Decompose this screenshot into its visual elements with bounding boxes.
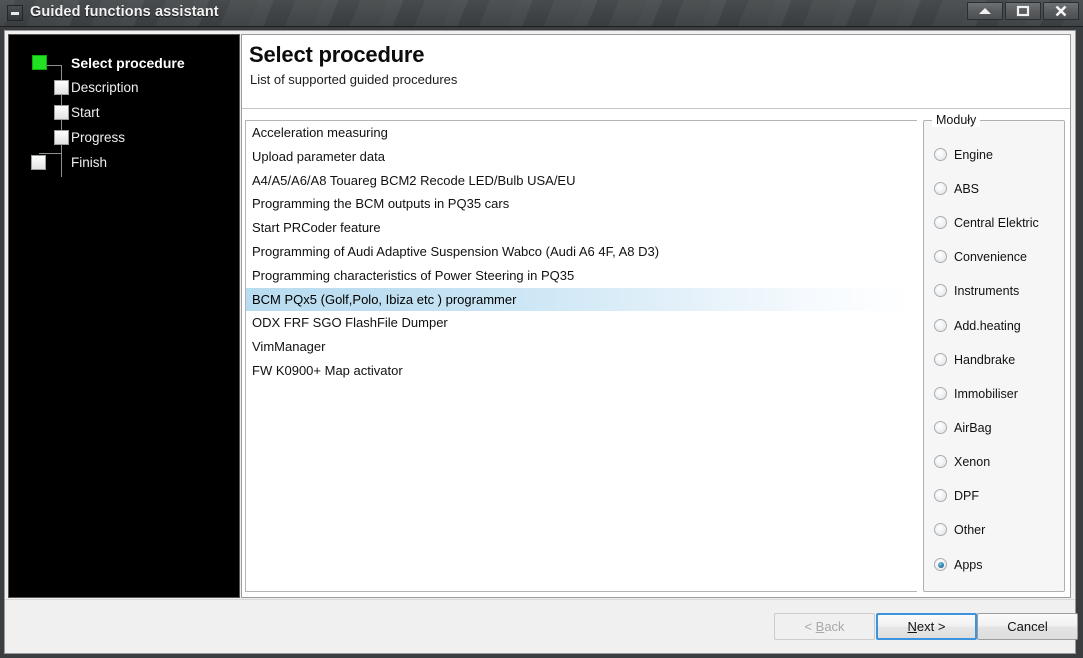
- page-header: Select procedure List of supported guide…: [242, 35, 1070, 109]
- window-title: Guided functions assistant: [30, 4, 219, 20]
- radio-icon[interactable]: [934, 387, 947, 400]
- module-radio-immobiliser[interactable]: Immobiliser: [934, 385, 1018, 402]
- next-button-label: Next >: [907, 619, 946, 634]
- content-panel: Select procedure List of supported guide…: [241, 34, 1071, 598]
- radio-icon[interactable]: [934, 182, 947, 195]
- module-radio-central-elektric[interactable]: Central Elektric: [934, 214, 1039, 231]
- tree-connector: [39, 153, 40, 154]
- list-item[interactable]: Programming characteristics of Power Ste…: [246, 264, 917, 288]
- module-radio-add-heating[interactable]: Add.heating: [934, 317, 1021, 334]
- module-radio-convenience[interactable]: Convenience: [934, 248, 1027, 265]
- minus-box-icon[interactable]: [7, 5, 23, 21]
- module-label: Central Elektric: [954, 215, 1039, 230]
- module-label: Engine: [954, 147, 993, 162]
- radio-icon[interactable]: [934, 319, 947, 332]
- radio-icon[interactable]: [934, 353, 947, 366]
- list-item[interactable]: Start PRCoder feature: [246, 216, 917, 240]
- dialog-footer: < Back Next > Cancel: [5, 599, 1078, 653]
- step-status-box: [54, 130, 69, 145]
- module-label: Other: [954, 522, 986, 537]
- list-item[interactable]: Programming of Audi Adaptive Suspension …: [246, 240, 917, 264]
- close-button[interactable]: [1043, 2, 1079, 20]
- cancel-button-label: Cancel: [1007, 619, 1048, 634]
- step-label: Finish: [71, 155, 108, 170]
- cancel-button[interactable]: Cancel: [977, 613, 1078, 640]
- module-radio-apps[interactable]: Apps: [934, 556, 983, 573]
- radio-icon[interactable]: [934, 489, 947, 502]
- module-radio-instruments[interactable]: Instruments: [934, 282, 1019, 299]
- radio-icon-selected[interactable]: [934, 558, 947, 571]
- list-item[interactable]: A4/A5/A6/A8 Touareg BCM2 Recode LED/Bulb…: [246, 169, 917, 193]
- step-status-box: [31, 155, 46, 170]
- radio-icon[interactable]: [934, 455, 947, 468]
- step-label: Progress: [71, 130, 126, 145]
- list-item[interactable]: Acceleration measuring: [246, 121, 917, 145]
- radio-icon[interactable]: [934, 250, 947, 263]
- square-icon: [1016, 5, 1030, 17]
- up-arrow-icon: [979, 8, 991, 14]
- module-radio-dpf[interactable]: DPF: [934, 487, 979, 504]
- procedure-list[interactable]: Acceleration measuring Upload parameter …: [245, 120, 917, 592]
- next-button[interactable]: Next >: [876, 613, 977, 640]
- radio-icon[interactable]: [934, 216, 947, 229]
- list-item[interactable]: ODX FRF SGO FlashFile Dumper: [246, 311, 917, 335]
- step-label: Description: [71, 80, 139, 95]
- module-label: Add.heating: [954, 318, 1021, 333]
- x-icon: [1055, 5, 1067, 17]
- module-label: Immobiliser: [954, 386, 1018, 401]
- radio-icon[interactable]: [934, 421, 947, 434]
- page-subtitle: List of supported guided procedures: [250, 72, 458, 87]
- list-item[interactable]: VimManager: [246, 335, 917, 359]
- module-radio-airbag[interactable]: AirBag: [934, 419, 992, 436]
- module-radio-handbrake[interactable]: Handbrake: [934, 351, 1015, 368]
- module-label: DPF: [954, 488, 979, 503]
- step-status-box: [54, 80, 69, 95]
- back-button-label: < Back: [804, 619, 845, 634]
- wizard-step-sidebar: Select procedure Description Start Progr…: [8, 34, 240, 598]
- radio-icon[interactable]: [934, 284, 947, 297]
- module-label: Apps: [954, 557, 983, 572]
- modules-group-legend: Moduły: [932, 113, 981, 127]
- modules-group: Moduły Engine ABS Central Elektric Conve…: [923, 113, 1065, 592]
- module-label: Xenon: [954, 454, 991, 469]
- step-status-box: [54, 105, 69, 120]
- radio-icon[interactable]: [934, 523, 947, 536]
- list-item[interactable]: Programming the BCM outputs in PQ35 cars: [246, 192, 917, 216]
- step-label: Select procedure: [71, 55, 185, 71]
- module-label: Instruments: [954, 283, 1020, 298]
- dialog-frame: Select procedure Description Start Progr…: [4, 30, 1078, 654]
- title-bar: Guided functions assistant: [0, 0, 1083, 27]
- window-controls: [967, 2, 1079, 20]
- minimize-button[interactable]: [967, 2, 1003, 20]
- module-label: Convenience: [954, 249, 1027, 264]
- step-label: Start: [71, 105, 100, 120]
- module-label: Handbrake: [954, 352, 1016, 367]
- module-radio-other[interactable]: Other: [934, 521, 985, 538]
- page-title: Select procedure: [249, 42, 425, 67]
- guided-functions-assistant-window: Guided functions assistant Select proced…: [0, 0, 1083, 658]
- module-label: AirBag: [954, 420, 992, 435]
- list-item-selected[interactable]: BCM PQx5 (Golf,Polo, Ibiza etc ) program…: [246, 287, 917, 312]
- module-radio-xenon[interactable]: Xenon: [934, 453, 990, 470]
- list-item[interactable]: FW K0900+ Map activator: [246, 359, 917, 383]
- radio-icon[interactable]: [934, 148, 947, 161]
- module-radio-abs[interactable]: ABS: [934, 180, 979, 197]
- maximize-button[interactable]: [1005, 2, 1041, 20]
- list-item[interactable]: Upload parameter data: [246, 145, 917, 169]
- module-radio-engine[interactable]: Engine: [934, 146, 993, 163]
- tree-connector: [39, 153, 62, 154]
- back-button[interactable]: < Back: [774, 613, 875, 640]
- step-status-box: [32, 55, 47, 70]
- module-label: ABS: [954, 181, 980, 196]
